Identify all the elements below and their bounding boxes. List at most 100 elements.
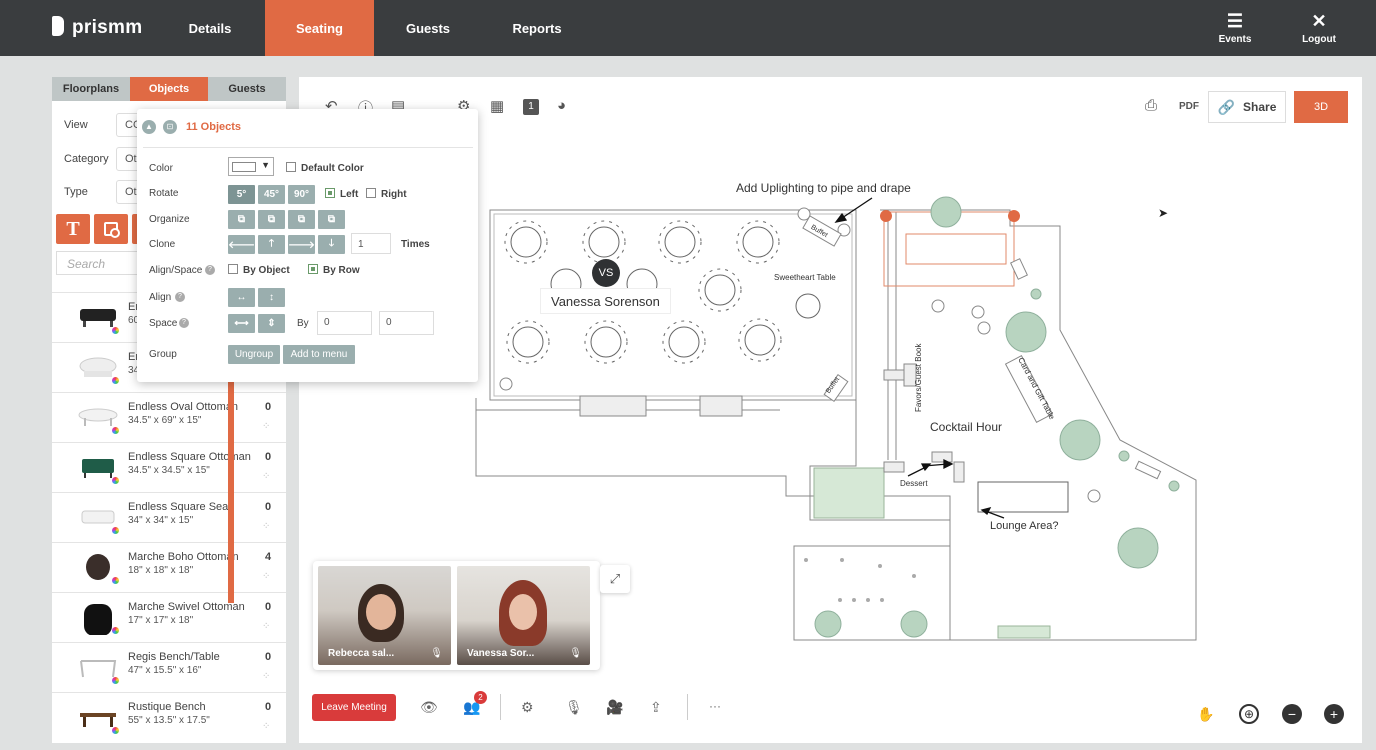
send-back-button[interactable]: ⧉ (318, 210, 345, 229)
clone-left-button[interactable]: 🡐 (228, 235, 255, 254)
tab-guests[interactable]: Guests (374, 0, 482, 56)
pie-view-icon[interactable]: ◕ (557, 97, 566, 114)
arrow-down-icon: 🡓 (328, 238, 335, 249)
leave-meeting-button[interactable]: Leave Meeting (312, 694, 396, 721)
arrow-left-icon: 🡐 (228, 239, 255, 251)
drag-handle-icon[interactable]: ⁘ (262, 721, 270, 732)
space-vertical-button[interactable]: ⇕ (258, 314, 285, 333)
pan-hand-icon[interactable]: ✋ (1196, 704, 1216, 724)
microphone-toggle-icon[interactable]: 🎙 (565, 699, 583, 716)
bring-forward-button[interactable]: ⧉ (258, 210, 285, 229)
rotate-right-checkbox[interactable]: Right (366, 188, 407, 200)
by-object-checkbox[interactable]: By Object (228, 264, 290, 276)
item-name: Marche Boho Ottoman (128, 551, 239, 563)
list-item[interactable]: Endless Oval Ottoman 34.5" x 69" x 15" 0… (52, 392, 286, 442)
color-options-icon (112, 577, 119, 584)
expand-video-button[interactable]: ⤢ (600, 565, 630, 593)
add-to-menu-button[interactable]: Add to menu (283, 345, 355, 364)
bring-front-button[interactable]: ⧉ (228, 210, 255, 229)
clone-up-button[interactable]: 🡑 (258, 235, 285, 254)
share-button[interactable]: 🔗 Share (1208, 91, 1286, 123)
favors-guest-book-label: Favors/Guest Book (914, 343, 923, 412)
zoom-out-icon[interactable]: − (1282, 704, 1302, 724)
sidebar-tab-floorplans[interactable]: Floorplans (52, 77, 130, 101)
pdf-button[interactable]: PDF (1179, 101, 1199, 112)
clone-right-button[interactable]: 🡒 (288, 235, 315, 254)
help-icon[interactable]: ? (179, 318, 189, 328)
space-x-input[interactable]: 0 (317, 311, 372, 335)
logo-text: prismm (72, 17, 143, 38)
text-tool-button[interactable]: T (56, 214, 90, 244)
print-icon[interactable]: ⎙ (1145, 97, 1157, 114)
eye-icon[interactable]: 👁 (420, 699, 438, 716)
sidebar-tab-objects[interactable]: Objects (130, 77, 208, 101)
logout-button[interactable]: ✕ Logout (1289, 12, 1349, 45)
rotate-90-button[interactable]: 90° (288, 185, 315, 204)
clone-count-input[interactable]: 1 (351, 233, 391, 254)
drag-handle-icon[interactable]: ⁘ (262, 421, 270, 432)
by-row-checkbox[interactable]: By Row (308, 264, 360, 276)
list-item[interactable]: Marche Swivel Ottoman 17" x 17" x 18" 0 … (52, 592, 286, 642)
send-backward-button[interactable]: ⧉ (288, 210, 315, 229)
collapse-icon[interactable]: ▲ (142, 120, 156, 134)
page-number-icon[interactable]: 1 (523, 99, 539, 115)
recenter-icon[interactable]: ⊕ (1239, 704, 1259, 724)
item-count: 0 (264, 501, 272, 513)
item-name: Endless Oval Ottoman (128, 401, 239, 413)
help-icon[interactable]: ? (175, 292, 185, 302)
lounge-area-label[interactable]: Lounge Area? (990, 520, 1059, 532)
organize-label: Organize (149, 214, 190, 225)
cocktail-hour-label[interactable]: Cocktail Hour (930, 420, 1002, 434)
video-call-panel: Rebecca sal... 🎙 Vanessa Sor... 🎙 (313, 561, 600, 670)
align-horizontal-button[interactable]: ↔ (228, 288, 255, 307)
events-menu-button[interactable]: ☰ Events (1205, 12, 1265, 45)
align-vertical-button[interactable]: ↕ (258, 288, 285, 307)
participant-video-vanessa[interactable]: Vanessa Sor... 🎙 (457, 566, 590, 665)
3d-view-button[interactable]: 3D (1294, 91, 1348, 123)
list-item[interactable]: Marche Boho Ottoman 18" x 18" x 18" 4 ⁘ (52, 542, 286, 592)
more-options-icon[interactable]: ··· (709, 699, 721, 713)
tab-details[interactable]: Details (156, 0, 264, 56)
uplighting-note[interactable]: Add Uplighting to pipe and drape (736, 181, 911, 195)
color-picker[interactable]: ▼ (228, 157, 274, 176)
space-y-input[interactable]: 0 (379, 311, 434, 335)
list-item[interactable]: Regis Bench/Table 47" x 15.5" x 16" 0 ⁘ (52, 642, 286, 692)
lock-icon[interactable]: ⊡ (163, 120, 177, 134)
ungroup-button[interactable]: Ungroup (228, 345, 280, 364)
drag-handle-icon[interactable]: ⁘ (262, 471, 270, 482)
item-count: 0 (264, 601, 272, 613)
help-icon[interactable]: ? (205, 265, 215, 275)
checkbox (286, 162, 296, 172)
sidebar-tab-guests[interactable]: Guests (208, 77, 286, 101)
camera-toggle-icon[interactable]: 🎥 (606, 699, 623, 716)
prismm-logo[interactable]: prismm (52, 16, 142, 39)
rotate-left-checkbox[interactable]: Left (325, 188, 358, 200)
default-color-checkbox[interactable]: Default Color (286, 162, 364, 174)
drag-handle-icon[interactable]: ⁘ (262, 671, 270, 682)
drag-handle-icon[interactable]: ⁘ (262, 621, 270, 632)
list-item[interactable]: Rustique Bench 55" x 13.5" x 17.5" 0 ⁘ (52, 692, 286, 742)
object-search-input[interactable]: Search (56, 251, 146, 275)
drag-handle-icon[interactable]: ⁘ (262, 521, 270, 532)
zoom-in-icon[interactable]: + (1324, 704, 1344, 724)
tab-seating[interactable]: Seating (265, 0, 374, 56)
clone-down-button[interactable]: 🡓 (318, 235, 345, 254)
color-options-icon (112, 377, 119, 384)
shape-tool-button[interactable] (94, 214, 128, 244)
checkbox (366, 188, 376, 198)
rotate-5-button[interactable]: 5° (228, 185, 255, 204)
space-horizontal-button[interactable]: ⟷ (228, 314, 255, 333)
tab-reports[interactable]: Reports (482, 0, 592, 56)
layer-backward-icon: ⧉ (297, 214, 306, 225)
drag-handle-icon[interactable]: ⁘ (262, 571, 270, 582)
logout-label: Logout (1302, 34, 1336, 45)
type-label: Type (64, 186, 88, 198)
settings-icon[interactable]: ⚙ (521, 699, 534, 716)
sidebar-scrollbar[interactable] (228, 377, 234, 603)
list-item[interactable]: Endless Square Ottoman 34.5" x 34.5" x 1… (52, 442, 286, 492)
participant-video-rebecca[interactable]: Rebecca sal... 🎙 (318, 566, 451, 665)
grid-icon[interactable]: ▦ (490, 97, 504, 115)
list-item[interactable]: Endless Square Seat 34" x 34" x 15" 0 ⁘ (52, 492, 286, 542)
rotate-45-button[interactable]: 45° (258, 185, 285, 204)
screen-share-icon[interactable]: ⇪ (650, 699, 662, 716)
